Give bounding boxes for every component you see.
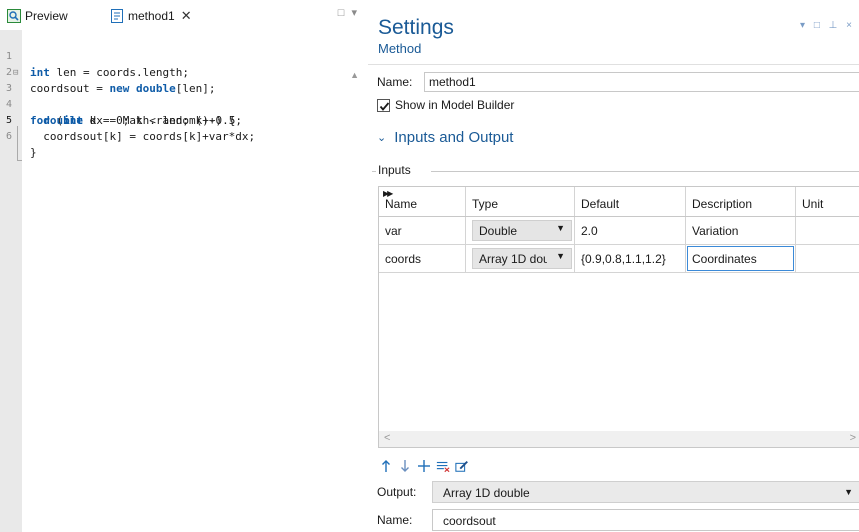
line-number: 6 xyxy=(5,131,12,142)
cell-unit[interactable] xyxy=(796,217,859,244)
output-name-label: Name: xyxy=(377,513,413,527)
tab-method1-label: method1 xyxy=(128,9,175,23)
settings-title: Settings xyxy=(378,16,454,39)
code-editor-pane: Preview method1 ✕ □ ▾ ▲ 1 int len = coor… xyxy=(0,0,367,532)
name-input[interactable] xyxy=(424,72,859,92)
section-inputs-output-header[interactable]: ⌄ Inputs and Output xyxy=(377,129,513,146)
cell-type[interactable]: Double ▼ xyxy=(466,217,575,244)
inputs-table: ▶▶ Name Type Default Description Unit va… xyxy=(378,186,859,448)
code-line: 5 coordsout[k] = coords[k]+var*dx; xyxy=(0,97,367,143)
cell-unit[interactable] xyxy=(796,245,859,272)
tab-method1[interactable]: method1 ✕ xyxy=(110,5,192,27)
cell-name[interactable]: var xyxy=(379,217,466,244)
chevron-down-icon: ⌄ xyxy=(377,132,387,144)
code-area[interactable]: ▲ 1 int len = coords.length; 2 coordsout… xyxy=(0,30,367,532)
chevron-down-icon: ▼ xyxy=(556,223,565,233)
checkmark-icon xyxy=(379,101,390,111)
add-icon[interactable] xyxy=(417,457,431,475)
output-name-row: Name: coordsout xyxy=(377,509,859,531)
column-header-type[interactable]: Type xyxy=(466,187,575,216)
group-frame-line xyxy=(372,171,376,172)
code-line: 6 } xyxy=(0,113,367,159)
settings-pane: Settings Method ▾ □ ⊥ × Name: Show in Mo… xyxy=(368,0,859,532)
section-title: Inputs and Output xyxy=(394,129,514,146)
output-label: Output: xyxy=(377,485,417,499)
code-line: 2 coordsout = new double[len]; xyxy=(0,49,367,95)
column-header-name[interactable]: ▶▶ Name xyxy=(379,187,466,216)
window-controls-icon[interactable]: ▾ □ ⊥ × xyxy=(800,20,855,31)
group-frame-line xyxy=(431,171,859,172)
output-row: Output: Array 1D double ▼ xyxy=(377,481,859,503)
column-header-unit[interactable]: Unit xyxy=(796,187,859,216)
table-toolbar xyxy=(379,456,474,476)
output-name-input[interactable]: coordsout xyxy=(432,509,859,531)
preview-icon xyxy=(7,9,21,23)
code-text: coordsout[k] = coords[k]+var*dx; xyxy=(30,130,256,143)
show-in-model-builder-label: Show in Model Builder xyxy=(395,98,515,112)
cell-default[interactable]: {0.9,0.8,1.1,1.2} xyxy=(575,245,686,272)
table-row[interactable]: coords Array 1D double ▼ {0.9,0.8,1.1,1.… xyxy=(379,245,859,273)
inputs-group-label: Inputs xyxy=(378,163,411,177)
show-in-model-builder-row[interactable]: Show in Model Builder xyxy=(377,96,514,114)
tab-preview-label: Preview xyxy=(25,9,68,23)
move-down-icon[interactable] xyxy=(398,457,412,475)
pane-menu-icon[interactable]: □ ▾ xyxy=(338,6,359,19)
delete-icon[interactable] xyxy=(436,457,450,475)
editor-tab-strip: Preview method1 ✕ □ ▾ xyxy=(0,0,367,30)
column-header-description[interactable]: Description xyxy=(686,187,796,216)
code-line: 4 double dx = Math.random()-0.5; xyxy=(0,81,367,127)
cell-default[interactable]: 2.0 xyxy=(575,217,686,244)
name-row: Name: xyxy=(377,72,859,92)
fold-toggle-icon[interactable]: ⊟ xyxy=(13,65,22,81)
scroll-left-icon[interactable]: < xyxy=(384,432,390,444)
show-in-model-builder-checkbox[interactable] xyxy=(377,98,390,112)
name-label: Name: xyxy=(377,75,413,89)
header-divider xyxy=(368,64,859,65)
scroll-right-icon[interactable]: > xyxy=(850,432,856,444)
output-type-select[interactable]: Array 1D double ▼ xyxy=(432,481,859,503)
cell-name[interactable]: coords xyxy=(379,245,466,272)
table-row[interactable]: var Double ▼ 2.0 Variation xyxy=(379,217,859,245)
type-dropdown[interactable]: Array 1D double ▼ xyxy=(472,248,572,269)
settings-subtitle: Method xyxy=(378,41,422,56)
cell-type[interactable]: Array 1D double ▼ xyxy=(466,245,575,272)
cell-description[interactable]: Coordinates xyxy=(686,245,796,272)
code-text: } xyxy=(30,146,37,159)
code-line: 1 int len = coords.length; xyxy=(0,33,367,79)
code-line: 3 ⊟ for (int k = 0; k < len; k++) { xyxy=(0,65,367,127)
close-tab-icon[interactable]: ✕ xyxy=(181,8,192,24)
chevron-down-icon: ▼ xyxy=(556,251,565,261)
expand-columns-icon[interactable]: ▶▶ xyxy=(383,189,393,198)
column-header-default[interactable]: Default xyxy=(575,187,686,216)
cell-description[interactable]: Variation xyxy=(686,217,796,244)
edit-icon[interactable] xyxy=(455,457,469,475)
chevron-down-icon: ▼ xyxy=(844,487,853,497)
horizontal-scrollbar[interactable]: < > xyxy=(379,431,859,447)
move-up-icon[interactable] xyxy=(379,457,393,475)
type-dropdown[interactable]: Double ▼ xyxy=(472,220,572,241)
table-header-row: ▶▶ Name Type Default Description Unit xyxy=(379,187,859,217)
method-file-icon xyxy=(110,9,124,23)
description-edit-field[interactable]: Coordinates xyxy=(687,246,794,271)
tab-preview[interactable]: Preview xyxy=(7,5,68,27)
